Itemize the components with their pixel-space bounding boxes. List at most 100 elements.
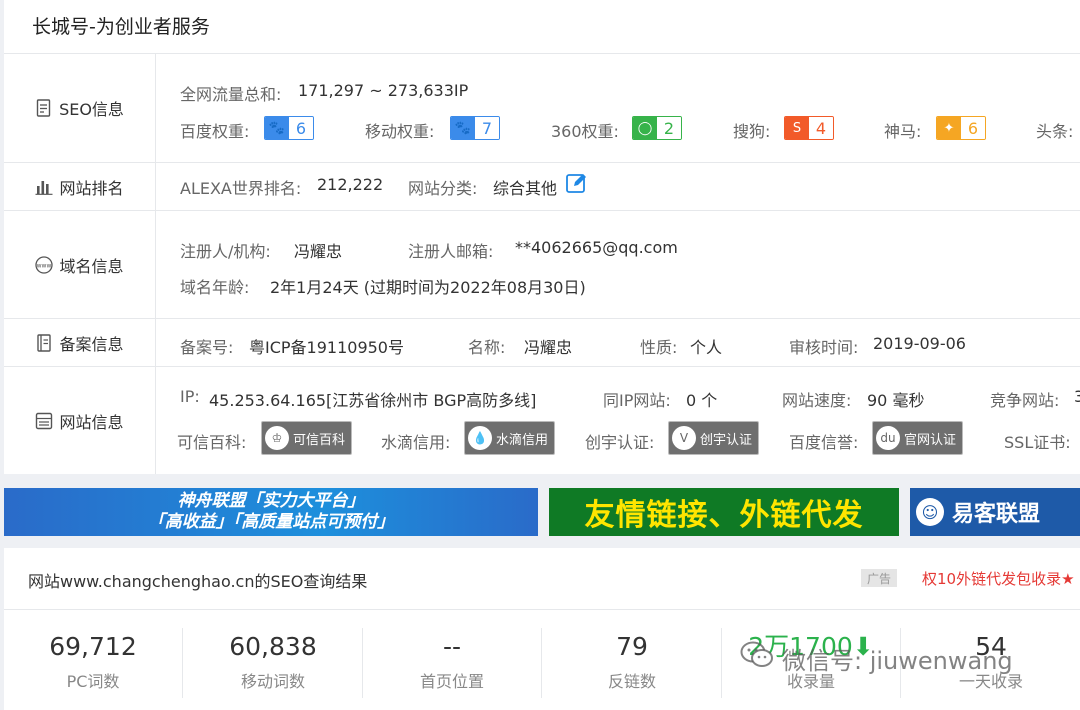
category-label: 网站分类: [408,179,478,198]
stat-home-position[interactable]: -- 首页位置 [363,632,541,692]
icp-number-value: 粤ICP备19110950号 [249,338,404,357]
icp-row-head: 备案信息 [4,319,155,366]
ad-link[interactable]: 权10外链代发包收录★ [922,568,1075,589]
traffic-value: 171,297 ~ 273,633IP [298,81,469,100]
chuangyu-badge[interactable]: V 创宇认证 [668,421,760,455]
divider [4,609,1080,610]
svg-text:www: www [37,262,52,269]
banner-text: 神舟联盟「实力大平台」 [177,491,365,511]
ssl-label: SSL证书: [1004,433,1071,452]
kexin-badge[interactable]: ♔ 可信百科 [261,421,353,455]
stat-pc-words[interactable]: 69,712 PC词数 [4,632,182,692]
category-value: 综合其他 [493,179,558,198]
360-icon: ◯ [633,117,657,139]
compete-label: 竞争网站: [990,391,1060,410]
seo-results-card: 网站www.changchenghao.cn的SEO查询结果 广告 权10外链代… [4,548,1080,710]
domain-row-head: www 域名信息 [4,211,155,318]
shenma-weight-value: 6 [961,117,985,139]
icp-name-label: 名称: [468,338,506,357]
domain-age-label: 域名年龄: [180,278,250,297]
kexin-icon: ♔ [265,426,289,450]
divider [4,53,1080,54]
icp-name-value: 冯耀忠 [524,338,573,357]
registrant-label: 注册人/机构: [180,242,271,261]
stat-mobile-words[interactable]: 60,838 移动词数 [184,632,362,692]
divider [4,366,1080,367]
360-weight-label: 360权重: [551,122,619,141]
wechat-icon [740,640,774,676]
banner-text: 易客联盟 [952,502,1041,527]
mobile-weight-value: 7 [475,117,499,139]
ad-tag: 广告 [861,569,897,587]
mobile-weight-badge[interactable]: 🐾 7 [450,116,500,140]
360-weight-value: 2 [657,117,681,139]
baidu-weight-label: 百度权重: [180,122,250,141]
domain-label: 域名信息 [59,256,124,276]
stat-value: 69,712 [49,632,137,661]
water-drop-badge[interactable]: 💧 水滴信用 [464,421,556,455]
yike-ad-banner[interactable]: ☺ 易客联盟 [910,488,1080,536]
stat-label: PC词数 [66,672,120,691]
icp-review-value: 2019-09-06 [873,334,966,353]
divider [4,210,1080,211]
siteinfo-label: 网站信息 [59,412,124,432]
stat-value: -- [442,632,462,661]
banner-text: 「高收益」「高质量站点可预付」 [147,512,395,532]
baidu-weight-badge[interactable]: 🐾 6 [264,116,314,140]
sogou-icon: S [785,117,809,139]
baidu-credit-badge-text: 官网认证 [904,432,957,448]
divider [541,628,542,698]
ip-value: 45.253.64.165[江苏省徐州市 BGP高防多线] [209,391,537,410]
edit-icon[interactable] [566,172,588,194]
stat-label: 移动词数 [240,672,305,691]
registrant-value: 冯耀忠 [294,242,343,261]
icp-nature-value: 个人 [690,338,723,357]
divider [182,628,183,698]
record-book-icon [35,333,53,352]
alexa-value: 212,222 [317,175,384,194]
360-weight-badge[interactable]: ◯ 2 [632,116,682,140]
kexin-label: 可信百科: [177,433,247,452]
paw-icon: 🐾 [451,117,475,139]
baidu-credit-label: 百度信誉: [789,433,859,452]
seo-row-head: SEO信息 [4,54,155,162]
seo-label: SEO信息 [59,100,124,119]
v-icon: V [672,426,696,450]
results-title: 网站www.changchenghao.cn的SEO查询结果 [28,572,368,591]
divider [4,318,1080,319]
stat-backlinks[interactable]: 79 反链数 [543,632,721,692]
site-info-card: 长城号-为创业者服务 SEO信息 全网流量总和: 171,297 ~ 273,6… [4,0,1080,474]
baidu-weight-value: 6 [289,117,313,139]
watermark-text: 微信号: jiuwenwang [782,646,1013,675]
mobile-weight-label: 移动权重: [365,122,435,141]
alexa-label: ALEXA世界排名: [180,179,302,198]
ip-label: IP: [180,387,200,406]
same-ip-value: 0 个 [686,391,718,410]
bar-chart-icon [35,178,53,196]
divider [155,54,156,474]
email-value: **4062665@qq.com [515,238,678,257]
page-title: 长城号-为创业者服务 [32,16,210,38]
icp-nature-label: 性质: [640,338,678,357]
water-drop-icon: 💧 [468,426,492,450]
friend-link-ad-banner[interactable]: 友情链接、外链代发 [549,488,899,536]
document-icon [35,99,53,117]
traffic-label: 全网流量总和: [180,85,282,104]
chuangyu-badge-text: 创宇认证 [700,432,753,448]
toutiao-weight-label: 头条: [1036,122,1074,141]
shenma-weight-badge[interactable]: ✦ 6 [936,116,986,140]
shenma-icon: ✦ [937,117,961,139]
speed-label: 网站速度: [782,391,852,410]
shenzhou-ad-banner[interactable]: 神舟联盟「实力大平台」 「高收益」「高质量站点可预付」 [4,488,538,536]
paw-icon: 🐾 [265,117,289,139]
sogou-weight-value: 4 [809,117,833,139]
baidu-icon: du [876,426,900,450]
baidu-credit-badge[interactable]: du 官网认证 [872,421,964,455]
www-globe-icon: www [35,255,54,274]
email-label: 注册人邮箱: [408,242,494,261]
shenma-weight-label: 神马: [884,122,922,141]
icp-review-label: 审核时间: [789,338,859,357]
siteinfo-row-head: 网站信息 [4,367,155,474]
icp-number-label: 备案号: [180,338,234,357]
sogou-weight-badge[interactable]: S 4 [784,116,834,140]
